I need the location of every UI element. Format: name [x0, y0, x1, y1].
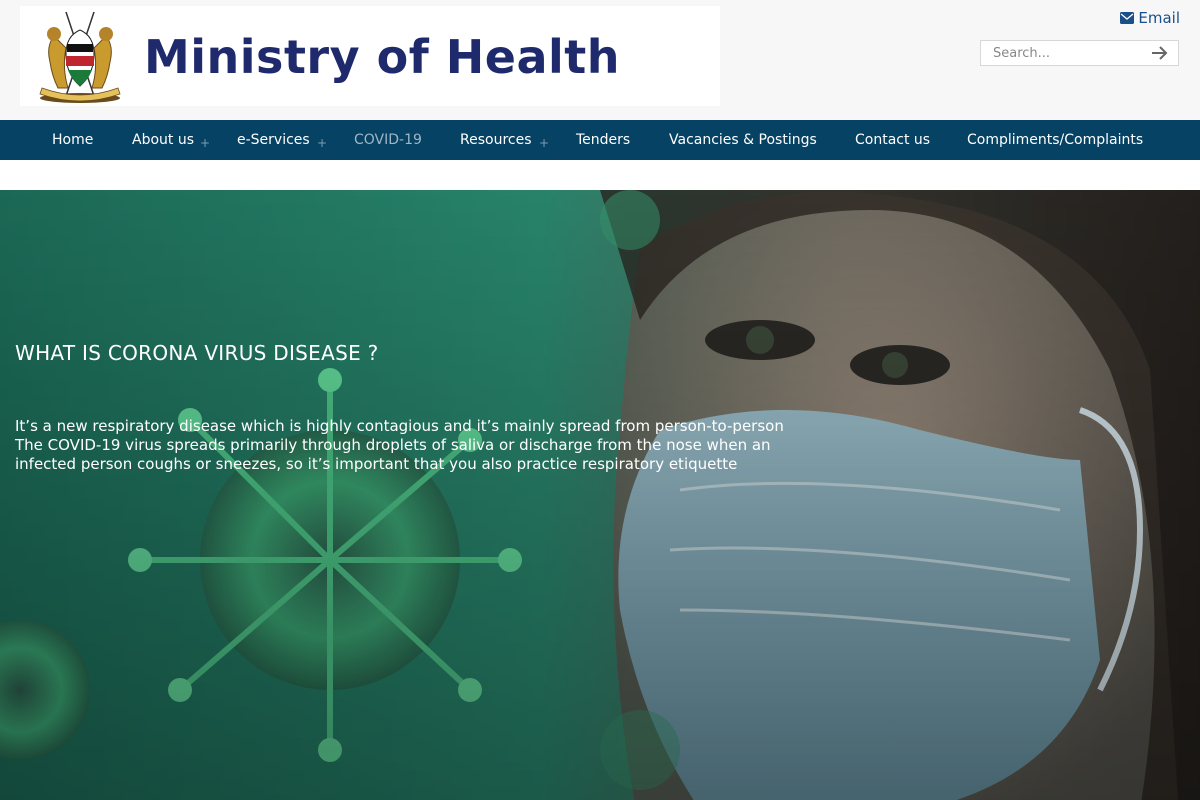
logo-banner[interactable]: Ministry of Health [20, 6, 720, 106]
hero-title: WHAT IS CORONA VIRUS DISEASE ? [15, 341, 379, 365]
nav-item-covid-19[interactable]: COVID-19 [354, 120, 422, 160]
resources-expand-icon[interactable]: + [539, 120, 549, 160]
top-header: Ministry of Health Email [0, 0, 1200, 120]
nav-item-tenders[interactable]: Tenders [576, 120, 630, 160]
envelope-icon [1120, 12, 1135, 24]
search-input[interactable] [981, 41, 1146, 65]
nav-item-contact-us[interactable]: Contact us [855, 120, 930, 160]
email-link[interactable]: Email [1120, 9, 1180, 27]
main-navigation: Home About us + e-Services + COVID-19 Re… [0, 120, 1200, 160]
e-services-expand-icon[interactable]: + [317, 120, 327, 160]
nav-item-about-us[interactable]: About us [132, 120, 194, 160]
sub-header-strip [0, 160, 1200, 190]
hero-background-image [0, 190, 1200, 800]
nav-item-e-services[interactable]: e-Services [237, 120, 310, 160]
hero-banner: WHAT IS CORONA VIRUS DISEASE ? It’s a ne… [0, 190, 1200, 800]
nav-item-home[interactable]: Home [52, 120, 93, 160]
hero-body-text: It’s a new respiratory disease which is … [15, 417, 784, 473]
site-title: Ministry of Health [144, 30, 620, 84]
email-label: Email [1138, 9, 1180, 27]
coat-of-arms-logo [39, 11, 121, 103]
about-us-expand-icon[interactable]: + [200, 120, 210, 160]
nav-item-vacancies[interactable]: Vacancies & Postings [669, 120, 817, 160]
search-form [980, 40, 1179, 66]
arrow-right-icon[interactable] [1150, 44, 1170, 62]
nav-item-compliments-complaints[interactable]: Compliments/Complaints [967, 120, 1143, 160]
nav-item-resources[interactable]: Resources [460, 120, 532, 160]
